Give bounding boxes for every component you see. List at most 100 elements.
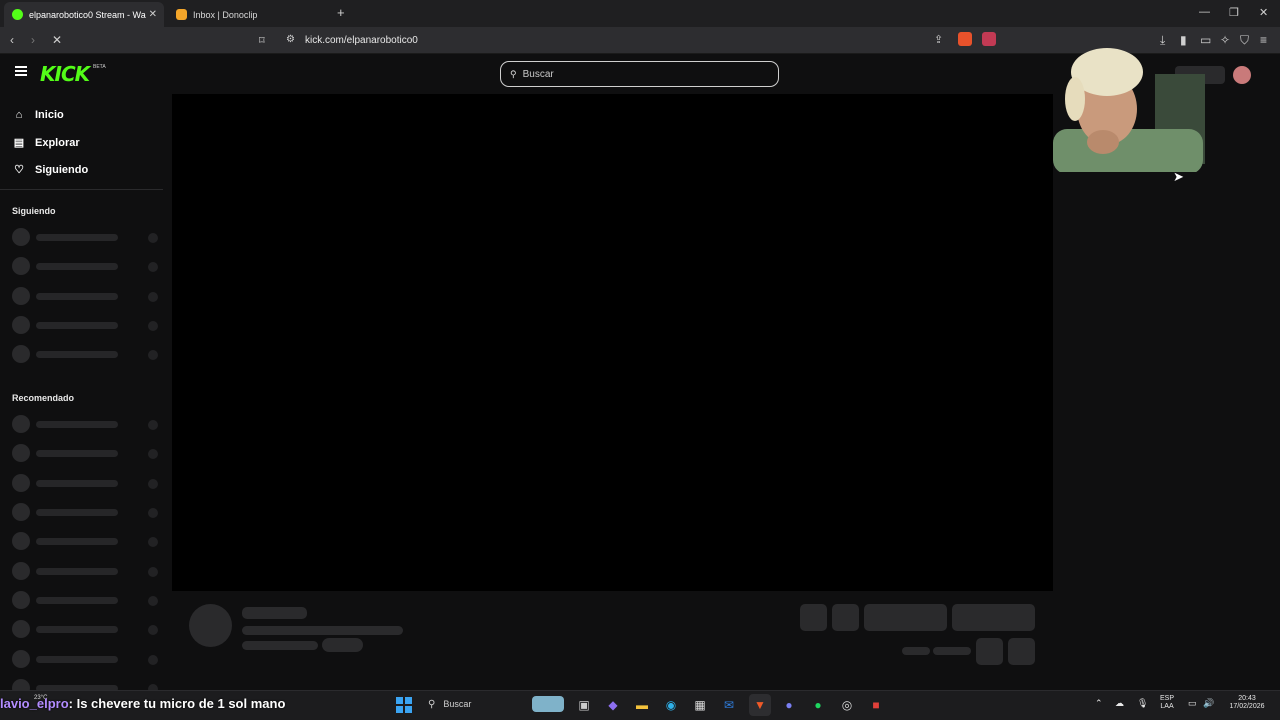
language-code: ESP: [1160, 695, 1175, 702]
channel-skeleton: [12, 591, 162, 609]
channel-skeleton: [12, 620, 162, 638]
stream-tag-skeleton: [322, 638, 363, 652]
beta-badge: BETA: [93, 64, 106, 70]
video-player[interactable]: [172, 94, 1053, 591]
search-input[interactable]: [522, 68, 763, 80]
sidebar-divider: [0, 189, 163, 190]
chat-message: : Is chevere tu micro de 1 sol mano: [68, 696, 286, 711]
channel-skeleton: [12, 444, 162, 462]
action-button-skeleton: [832, 604, 859, 631]
channel-skeleton: [12, 532, 162, 550]
task-view-icon[interactable]: ▣: [575, 697, 593, 713]
maximize-icon[interactable]: ❐: [1229, 6, 1239, 19]
heart-icon: ♡: [14, 164, 24, 176]
viewer-count-skeleton: [902, 647, 930, 655]
microphone-icon[interactable]: 🎙: [1137, 699, 1148, 708]
share-icon[interactable]: ⇪: [934, 33, 943, 46]
following-heading: Siguiendo: [12, 206, 56, 216]
channel-skeleton: [12, 287, 162, 305]
tab-title: elpanarobotico0 Stream - Wa: [29, 9, 146, 20]
tab-title: Inbox | Donoclip: [193, 9, 258, 20]
obs-icon[interactable]: ◎: [838, 697, 856, 713]
streamer-avatar-skeleton: [189, 604, 232, 647]
clock[interactable]: 20:43 17/02/2026: [1224, 695, 1270, 711]
taskbar-search[interactable]: ⚲ Buscar: [422, 694, 567, 714]
forward-icon[interactable]: ›: [31, 33, 35, 47]
hamburger-menu-icon[interactable]: [15, 66, 27, 76]
share-button-skeleton: [976, 638, 1003, 665]
subscribe-button-skeleton: [952, 604, 1035, 631]
windows-start-icon[interactable]: [395, 697, 413, 713]
sidebar-item-siguiendo[interactable]: ♡ Siguiendo: [12, 163, 89, 177]
sidebar-item-label: Inicio: [35, 109, 64, 121]
sidebar-item-inicio[interactable]: ⌂ Inicio: [12, 109, 64, 121]
copilot-icon[interactable]: ◆: [604, 697, 622, 713]
channel-skeleton: [12, 562, 162, 580]
app-icon[interactable]: ■: [867, 697, 885, 713]
clock-time: 20:43: [1238, 695, 1256, 702]
edge-icon[interactable]: ◉: [662, 697, 680, 713]
new-tab-icon[interactable]: +: [337, 5, 345, 20]
browser-menu-icon[interactable]: ≡: [1260, 33, 1267, 47]
sidebar: ⌂ Inicio ▤ Explorar ♡ Siguiendo Siguiend…: [0, 94, 170, 697]
user-avatar[interactable]: [1233, 66, 1251, 84]
brave-taskbar-icon[interactable]: ▼: [749, 694, 771, 716]
search-box[interactable]: ⚲: [500, 61, 779, 87]
channel-skeleton: [12, 503, 162, 521]
kick-favicon-icon: [12, 9, 23, 20]
sidebar-item-explorar[interactable]: ▤ Explorar: [12, 136, 80, 150]
window-close-icon[interactable]: ✕: [1259, 6, 1268, 19]
browser-tab-active[interactable]: elpanarobotico0 Stream - Wa ✕: [4, 2, 164, 27]
stream-chat-overlay: lavio_elpro: Is chevere tu micro de 1 so…: [0, 696, 285, 711]
sidebar-item-label: Explorar: [35, 136, 80, 149]
stop-loading-icon[interactable]: ✕: [52, 33, 62, 47]
brave-shields-icon[interactable]: [958, 32, 972, 46]
discord-icon[interactable]: ●: [780, 697, 798, 713]
streamer-name-skeleton: [242, 607, 307, 619]
home-icon: ⌂: [15, 109, 23, 121]
file-explorer-icon[interactable]: ▬: [633, 697, 651, 713]
mouse-cursor-icon: ➤: [1173, 169, 1184, 184]
address-bar-url[interactable]: kick.com/elpanarobotico0: [305, 35, 418, 46]
search-icon: ⚲: [428, 698, 436, 710]
brave-rewards-icon[interactable]: [982, 32, 996, 46]
mail-icon[interactable]: ✉: [720, 697, 738, 713]
tray-overflow-icon[interactable]: ⌃: [1095, 699, 1103, 708]
streamer-webcam-overlay: [1045, 34, 1210, 172]
network-tray-icon[interactable]: ☁: [1115, 699, 1124, 708]
stream-category-skeleton: [242, 641, 318, 650]
leo-ai-icon[interactable]: ✧: [1220, 33, 1230, 47]
channel-skeleton: [12, 316, 162, 334]
display-tray-icon[interactable]: ▭: [1188, 699, 1197, 708]
taskbar-search-label: Buscar: [443, 699, 472, 709]
sidebar-item-label: Siguiendo: [35, 163, 89, 176]
donoclip-favicon-icon: [176, 9, 187, 20]
channel-skeleton: [12, 650, 162, 668]
browse-icon: ▤: [13, 137, 25, 149]
stream-title-skeleton: [242, 626, 403, 635]
back-icon[interactable]: ‹: [10, 33, 14, 47]
search-highlight-icon: [532, 696, 564, 712]
action-button-skeleton: [800, 604, 827, 631]
browser-tab[interactable]: Inbox | Donoclip: [168, 2, 328, 27]
tab-close-icon[interactable]: ✕: [149, 9, 157, 20]
store-icon[interactable]: ▦: [691, 697, 709, 713]
volume-icon[interactable]: 🔊: [1203, 699, 1214, 708]
channel-skeleton: [12, 474, 162, 492]
kick-logo[interactable]: KICK: [40, 62, 90, 86]
minimize-icon[interactable]: —: [1199, 6, 1210, 18]
spotify-icon[interactable]: ●: [809, 697, 827, 713]
more-button-skeleton: [1008, 638, 1035, 665]
clock-date: 17/02/2026: [1229, 703, 1265, 710]
vpn-icon[interactable]: ⛉: [1240, 33, 1249, 48]
channel-skeleton: [12, 345, 162, 363]
chat-username: lavio_elpro: [0, 696, 69, 711]
recommended-heading: Recomendado: [12, 393, 75, 403]
channel-skeleton: [12, 257, 162, 275]
chat-panel: [1053, 94, 1280, 690]
input-language[interactable]: ESP LAA: [1160, 695, 1174, 711]
site-info-icon[interactable]: ⚙: [286, 34, 295, 45]
bookmark-icon[interactable]: ⌑: [259, 34, 265, 47]
keyboard-layout: LAA: [1160, 703, 1174, 710]
follow-button-skeleton: [864, 604, 947, 631]
